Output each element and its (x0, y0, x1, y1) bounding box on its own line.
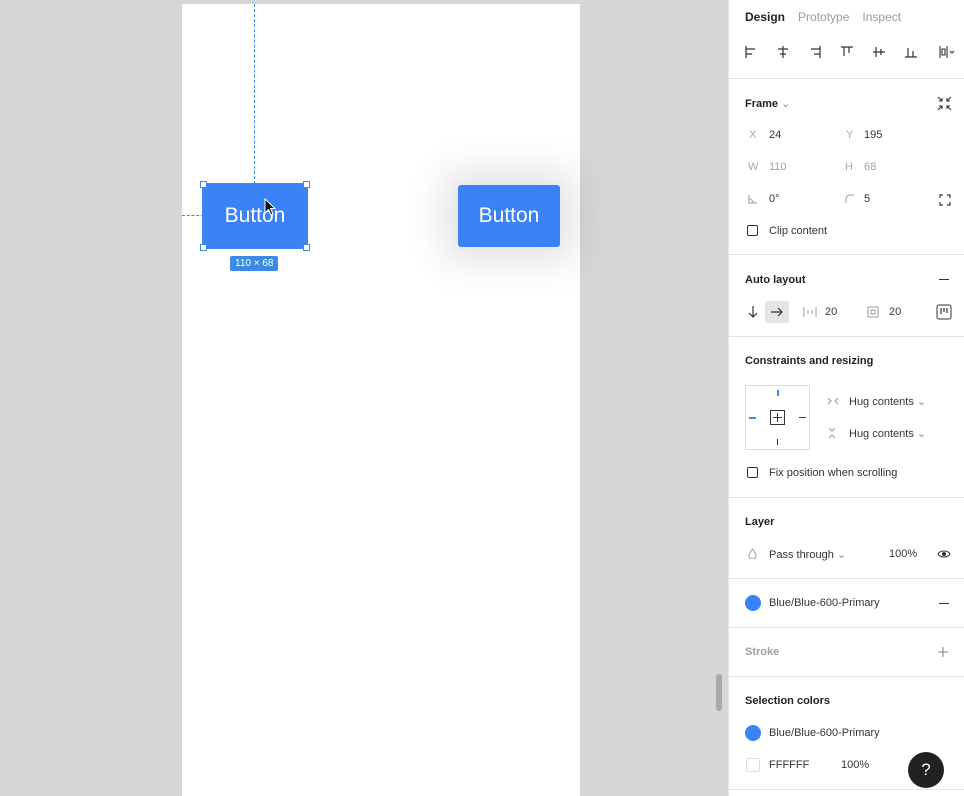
button-component[interactable]: Button (458, 185, 560, 247)
align-right-icon[interactable] (807, 44, 823, 60)
right-constraint-marker[interactable] (799, 417, 806, 418)
fill-color-swatch[interactable] (745, 595, 761, 611)
canvas-scrollbar[interactable] (716, 674, 722, 711)
align-horizontal-center-icon[interactable] (775, 44, 791, 60)
resize-to-fit-icon[interactable] (937, 96, 952, 111)
fix-position-label: Fix position when scrolling (769, 467, 898, 479)
vertical-measure-guide (254, 4, 255, 184)
divider (729, 789, 964, 790)
artboard-frame[interactable] (182, 4, 580, 796)
selection-color-opacity[interactable]: 100% (841, 759, 869, 771)
fill-style-name[interactable]: Blue/Blue-600-Primary (769, 597, 880, 609)
vertical-resizing-value: Hug contents (849, 428, 914, 440)
frame-section-title[interactable]: Frame ⌄ (745, 97, 790, 110)
help-button-label: ? (921, 760, 931, 779)
divider (729, 627, 964, 628)
divider (729, 676, 964, 677)
y-field[interactable]: 195 (864, 129, 882, 141)
selection-color-name[interactable]: Blue/Blue-600-Primary (769, 727, 880, 739)
vertical-resizing-dropdown[interactable]: Hug contents ⌄ (849, 427, 926, 440)
item-spacing-field[interactable]: 20 (825, 306, 837, 318)
top-constraint-marker[interactable] (777, 390, 779, 396)
tab-design[interactable]: Design (745, 10, 785, 24)
stroke-title: Stroke (745, 646, 780, 658)
distribute-icon[interactable] (935, 44, 957, 60)
chevron-down-icon: ⌄ (916, 396, 927, 408)
align-left-icon[interactable] (743, 44, 759, 60)
chevron-down-icon: ⌄ (836, 549, 847, 561)
layer-opacity-field[interactable]: 100% (889, 548, 917, 560)
button-component-label: Button (478, 204, 540, 227)
divider (729, 578, 964, 579)
help-button[interactable]: ? (908, 752, 944, 788)
divider (729, 497, 964, 498)
align-vertical-center-icon[interactable] (871, 44, 887, 60)
independent-corners-icon[interactable] (939, 194, 951, 206)
height-field[interactable]: 68 (864, 161, 876, 173)
eye-icon[interactable] (937, 549, 951, 559)
horizontal-direction-icon (771, 307, 783, 317)
padding-field[interactable]: 20 (889, 306, 901, 318)
properties-panel: Design Prototype Inspect Frame ⌄ X 24 Y … (728, 0, 964, 796)
item-spacing-icon (803, 307, 817, 317)
panel-tabs: Design Prototype Inspect (745, 10, 901, 24)
bottom-constraint-marker[interactable] (777, 439, 778, 445)
corner-radius-icon (845, 194, 854, 203)
rotation-icon (748, 195, 757, 204)
selection-colors-title: Selection colors (745, 695, 830, 707)
remove-fill-icon[interactable] (939, 603, 949, 604)
blend-mode-icon (748, 548, 757, 559)
align-bottom-icon[interactable] (903, 44, 919, 60)
width-field[interactable]: 110 (769, 161, 787, 173)
horizontal-measure-guide (182, 215, 204, 216)
blend-mode-dropdown[interactable]: Pass through ⌄ (769, 548, 846, 561)
clip-content-checkbox[interactable] (747, 225, 758, 236)
align-top-icon[interactable] (839, 44, 855, 60)
add-stroke-icon[interactable] (937, 646, 949, 658)
divider (729, 254, 964, 255)
clip-content-label: Clip content (769, 225, 828, 237)
x-label: X (749, 129, 757, 141)
selection-color-hex[interactable]: FFFFFF (769, 759, 809, 771)
tab-prototype[interactable]: Prototype (798, 10, 849, 24)
tab-inspect[interactable]: Inspect (862, 10, 901, 24)
alignment-toolbar (743, 44, 957, 60)
vertical-direction-icon[interactable] (747, 305, 759, 319)
constraints-title: Constraints and resizing (745, 355, 874, 367)
auto-layout-title: Auto layout (745, 274, 806, 286)
layer-title: Layer (745, 516, 775, 528)
resize-handle-top-right[interactable] (303, 181, 310, 188)
mouse-pointer-icon (264, 198, 277, 216)
blend-mode-value: Pass through (769, 549, 834, 561)
selection-color-swatch-white[interactable] (746, 758, 760, 772)
horizontal-direction-button[interactable] (765, 301, 789, 323)
chevron-down-icon: ⌄ (916, 428, 927, 440)
resize-handle-bottom-right[interactable] (303, 244, 310, 251)
remove-auto-layout-icon[interactable] (939, 279, 949, 280)
divider (729, 78, 964, 79)
hug-vertical-icon (828, 427, 836, 439)
constraint-widget[interactable] (745, 385, 810, 450)
alignment-grid-icon[interactable] (936, 304, 952, 320)
horizontal-resizing-dropdown[interactable]: Hug contents ⌄ (849, 395, 926, 408)
design-canvas[interactable]: Button 110 × 68 Button (0, 0, 728, 796)
divider (729, 336, 964, 337)
w-label: W (748, 161, 759, 173)
resize-handle-bottom-left[interactable] (200, 244, 207, 251)
hug-horizontal-icon (827, 397, 839, 405)
selected-button-frame[interactable]: Button (202, 183, 308, 249)
y-label: Y (846, 129, 854, 141)
left-constraint-marker[interactable] (749, 417, 756, 419)
resize-handle-top-left[interactable] (200, 181, 207, 188)
selection-color-swatch[interactable] (745, 725, 761, 741)
fix-position-checkbox[interactable] (747, 467, 758, 478)
h-label: H (845, 161, 853, 173)
padding-icon (867, 306, 879, 318)
rotation-field[interactable]: 0° (769, 193, 780, 205)
center-constraint-box[interactable] (770, 410, 785, 425)
size-badge: 110 × 68 (230, 256, 279, 271)
x-field[interactable]: 24 (769, 129, 781, 141)
horizontal-resizing-value: Hug contents (849, 396, 914, 408)
corner-radius-field[interactable]: 5 (864, 193, 870, 205)
